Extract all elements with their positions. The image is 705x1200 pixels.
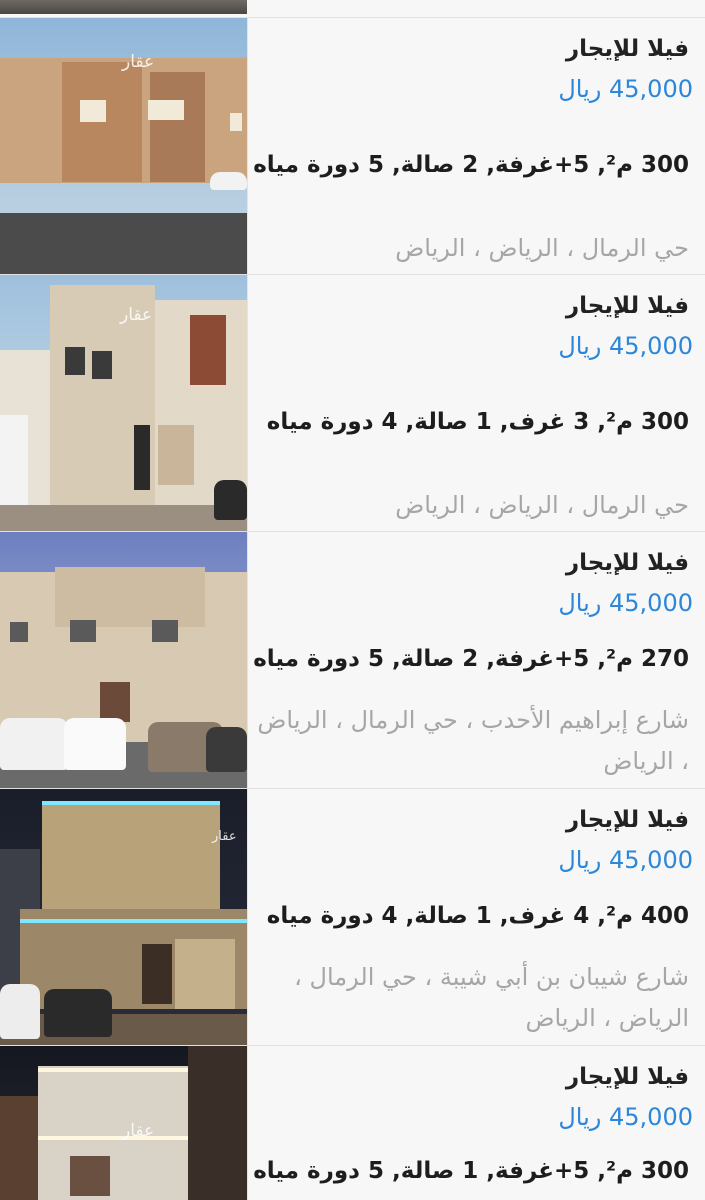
photo-street: [0, 505, 247, 531]
light-strip: [20, 919, 247, 923]
garage-door: [158, 425, 194, 485]
listing-card[interactable]: عقار فيلا للإيجار 45,000 ريال 400 م², 4 …: [0, 789, 705, 1046]
listing-info: فيلا للإيجار 45,000 ريال 300 م², 3 غرف, …: [247, 275, 705, 531]
garage-door: [175, 939, 235, 1009]
listing-price: 45,000 ريال: [558, 589, 693, 617]
light-strip: [42, 801, 220, 805]
listing-title: فيلا للإيجار: [565, 36, 689, 62]
listing-specs: 300 م², 5+غرفة, 1 صالة, 5 دورة مياه: [253, 1158, 689, 1184]
villa-facade: [55, 567, 205, 627]
listing-title: فيلا للإيجار: [565, 293, 689, 319]
window: [70, 620, 96, 642]
price-value: 45,000: [609, 75, 693, 103]
window: [152, 620, 178, 642]
listing-specs: 400 م², 4 غرف, 1 صالة, 4 دورة مياه: [266, 903, 689, 929]
listing-location: شارع شيبان بن أبي شيبة ، حي الرمال ، الر…: [294, 963, 689, 1032]
photo-street: [0, 212, 247, 274]
car: [64, 718, 126, 770]
light-strip: [38, 1068, 188, 1072]
window: [148, 100, 184, 120]
villa-facade: [188, 1046, 247, 1200]
price-value: 45,000: [609, 589, 693, 617]
price-currency: ريال: [558, 589, 602, 617]
window: [70, 1156, 110, 1196]
price-currency: ريال: [558, 75, 602, 103]
listing-title: فيلا للإيجار: [565, 1064, 689, 1090]
listing-title: فيلا للإيجار: [565, 807, 689, 833]
villa-building: [0, 1096, 38, 1200]
listing-location: حي الرمال ، الرياض ، الرياض: [395, 234, 689, 262]
listing-title: فيلا للإيجار: [565, 550, 689, 576]
watermark-logo: عقار: [120, 305, 153, 325]
window: [92, 351, 112, 379]
listing-location: حي الرمال ، الرياض ، الرياض: [395, 491, 689, 519]
listing-info: فيلا للإيجار 45,000 ريال 400 م², 4 غرف, …: [247, 789, 705, 1045]
watermark-logo: عقار: [122, 1121, 155, 1141]
listing-photo[interactable]: عقار: [0, 1046, 247, 1200]
car: [44, 989, 112, 1037]
window: [80, 100, 106, 122]
door: [142, 944, 172, 1004]
price-currency: ريال: [558, 332, 602, 360]
door: [100, 682, 130, 722]
watermark-logo: عقار: [212, 829, 237, 844]
price-value: 45,000: [609, 1103, 693, 1131]
listing-photo[interactable]: عقار: [0, 789, 247, 1045]
villa-facade: [150, 72, 205, 182]
door: [134, 425, 150, 490]
listing-card[interactable]: عقار فيلا للإيجار 45,000 ريال 300 م², 5+…: [0, 18, 705, 275]
listing-card[interactable]: عقار فيلا للإيجار 45,000 ريال 300 م², 3 …: [0, 275, 705, 532]
listing-price: 45,000 ريال: [558, 75, 693, 103]
price-value: 45,000: [609, 846, 693, 874]
window: [230, 113, 242, 131]
listing-price: 45,000 ريال: [558, 1103, 693, 1131]
listing-price: 45,000 ريال: [558, 332, 693, 360]
car: [210, 172, 247, 190]
car: [0, 984, 40, 1039]
price-value: 45,000: [609, 332, 693, 360]
car: [214, 480, 247, 520]
listing-photo[interactable]: عقار: [0, 275, 247, 531]
car: [206, 727, 247, 772]
villa-facade: [62, 62, 142, 182]
window: [10, 622, 28, 642]
listing-card[interactable]: عقار فيلا للإيجار 45,000 ريال 300 م², 5+…: [0, 1046, 705, 1200]
listing-info: فيلا للإيجار 45,000 ريال 300 م², 5+غرفة,…: [247, 18, 705, 274]
window: [65, 347, 85, 375]
listing-info: فيلا للإيجار 45,000 ريال 270 م², 5+غرفة,…: [247, 532, 705, 788]
previous-listing-edge: [0, 0, 705, 18]
listing-specs: 270 م², 5+غرفة, 2 صالة, 5 دورة مياه: [253, 646, 689, 672]
watermark-logo: عقار: [122, 52, 155, 72]
price-currency: ريال: [558, 1103, 602, 1131]
listing-photo[interactable]: عقار: [0, 18, 247, 274]
listing-price: 45,000 ريال: [558, 846, 693, 874]
garage-door: [0, 415, 28, 505]
light-strip: [38, 1136, 188, 1140]
listing-info: فيلا للإيجار 45,000 ريال 300 م², 5+غرفة,…: [247, 1046, 705, 1200]
villa-facade: [38, 1066, 188, 1200]
previous-listing-photo-edge: [0, 0, 247, 14]
listing-photo[interactable]: [0, 532, 247, 788]
car: [0, 718, 68, 770]
listing-location: شارع إبراهيم الأحدب ، حي الرمال ، الرياض…: [257, 706, 689, 775]
listing-specs: 300 م², 5+غرفة, 2 صالة, 5 دورة مياه: [253, 152, 689, 178]
listing-card[interactable]: فيلا للإيجار 45,000 ريال 270 م², 5+غرفة,…: [0, 532, 705, 789]
accent-panel: [190, 315, 226, 385]
listing-specs: 300 م², 3 غرف, 1 صالة, 4 دورة مياه: [266, 409, 689, 435]
price-currency: ريال: [558, 846, 602, 874]
